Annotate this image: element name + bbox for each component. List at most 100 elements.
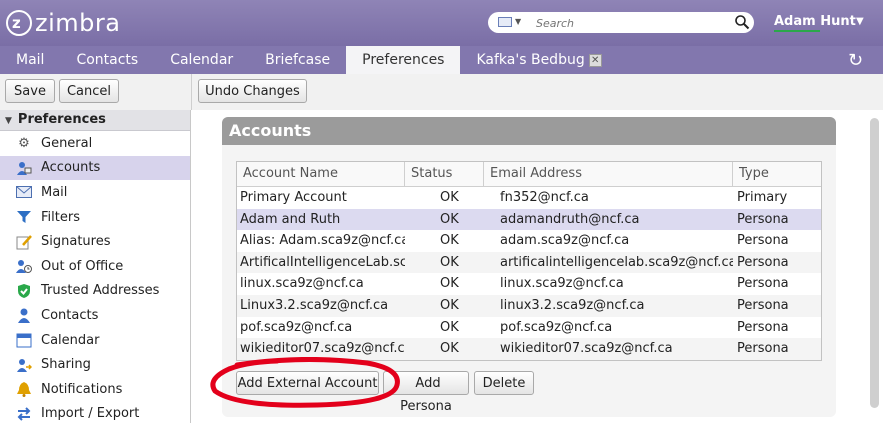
- presence-indicator: [774, 30, 820, 32]
- column-header-email-address[interactable]: Email Address: [484, 162, 733, 186]
- tab-contacts[interactable]: Contacts: [60, 46, 154, 74]
- email-cell: adamandruth@ncf.ca: [500, 211, 640, 227]
- status-cell: OK: [440, 233, 459, 249]
- tab-briefcase[interactable]: Briefcase: [249, 46, 346, 74]
- sidebar-item-calendar[interactable]: Calendar: [0, 328, 190, 353]
- sidebar-item-accounts[interactable]: Accounts: [0, 155, 190, 181]
- table-body: Primary Account OK fn352@ncf.ca Primary Adam…: [237, 187, 821, 360]
- sidebar-item-contacts[interactable]: Contacts: [0, 303, 190, 328]
- user-menu[interactable]: Adam Hunt: [774, 14, 856, 29]
- type-cell: Persona: [737, 341, 789, 357]
- cancel-button[interactable]: Cancel: [59, 79, 119, 103]
- status-cell: OK: [440, 190, 459, 205]
- type-cell: Persona: [737, 233, 789, 249]
- account-name-cell: Alias: Adam.sca9z@ncf.ca: [240, 233, 405, 249]
- search-box[interactable]: ▼: [488, 12, 754, 33]
- out-of-office-icon: [16, 258, 32, 274]
- email-cell: pof.sca9z@ncf.ca: [500, 319, 613, 335]
- status-cell: OK: [440, 211, 459, 227]
- account-name-cell: Adam and Ruth: [240, 211, 341, 227]
- envelope-icon: [16, 184, 32, 200]
- sharing-icon: [16, 357, 32, 373]
- accounts-title: Accounts: [222, 117, 836, 145]
- table-row[interactable]: pof.sca9z@ncf.ca OK pof.sca9z@ncf.ca Person…: [237, 317, 821, 339]
- account-name-cell: linux.sca9z@ncf.ca: [240, 276, 364, 292]
- table-row[interactable]: Primary Account OK fn352@ncf.ca Primary: [237, 187, 821, 209]
- preferences-tree-header[interactable]: ▼ Preferences: [0, 110, 190, 131]
- sidebar-item-general[interactable]: ⚙ General: [0, 131, 190, 156]
- search-type-caret-icon[interactable]: ▼: [515, 17, 521, 26]
- gear-icon: ⚙: [18, 135, 30, 151]
- status-cell: OK: [440, 341, 459, 357]
- annotation-circle: [210, 357, 400, 408]
- sidebar-item-filters[interactable]: Filters: [0, 205, 190, 230]
- table-row[interactable]: Adam and Ruth OK adamandruth@ncf.ca Persona: [237, 208, 821, 231]
- zimbra-logo[interactable]: z zimbra: [6, 8, 120, 38]
- contact-icon: [16, 307, 32, 324]
- toolbar: Save Cancel Undo Changes: [0, 74, 883, 111]
- table-row[interactable]: Alias: Adam.sca9z@ncf.ca OK adam.sca9z@ncf…: [237, 230, 821, 252]
- undo-changes-button[interactable]: Undo Changes: [198, 79, 307, 103]
- bell-icon: [16, 381, 32, 398]
- app-header: z zimbra ▼ Adam Hunt ▼: [0, 0, 883, 46]
- zimbra-logo-icon: z: [6, 10, 32, 36]
- email-cell: linux.sca9z@ncf.ca: [500, 276, 624, 292]
- type-cell: Persona: [737, 297, 789, 313]
- save-button[interactable]: Save: [5, 79, 55, 103]
- sidebar-item-notifications[interactable]: Notifications: [0, 377, 190, 402]
- sidebar-item-trusted-addresses[interactable]: Trusted Addresses: [0, 279, 190, 304]
- sidebar-item-sharing[interactable]: Sharing: [0, 352, 190, 377]
- status-cell: OK: [440, 276, 459, 292]
- tab-mail[interactable]: Mail: [0, 46, 60, 74]
- tab-calendar[interactable]: Calendar: [154, 46, 249, 74]
- email-cell: adam.sca9z@ncf.ca: [500, 233, 630, 249]
- app-tabs: Mail Contacts Calendar Briefcase Prefere…: [0, 46, 883, 74]
- import-export-icon: [16, 406, 32, 422]
- table-row[interactable]: linux.sca9z@ncf.ca OK linux.sca9z@ncf.ca Pe…: [237, 273, 821, 295]
- delete-button[interactable]: Delete: [474, 371, 534, 395]
- tab-kafkas-bedbug[interactable]: Kafka's Bedbug ✕: [460, 46, 617, 74]
- calendar-icon: [16, 332, 32, 348]
- status-cell: OK: [440, 319, 459, 335]
- toolbar-divider: [191, 74, 192, 110]
- content-scrollbar[interactable]: [866, 110, 883, 423]
- sidebar-item-import-export[interactable]: Import / Export: [0, 402, 190, 426]
- refresh-icon[interactable]: ↻: [848, 50, 863, 71]
- shield-icon: [16, 283, 32, 299]
- table-header: Account Name Status Email Address Type: [237, 162, 821, 187]
- column-header-type[interactable]: Type: [733, 162, 819, 186]
- account-name-cell: ArtificalIntelligenceLab.sca9: [240, 254, 405, 270]
- email-cell: artificalintelligencelab.sca9z@ncf.ca: [500, 254, 733, 270]
- search-icon[interactable]: [734, 14, 750, 30]
- type-cell: Primary: [737, 190, 788, 205]
- column-header-status[interactable]: Status: [405, 162, 484, 186]
- sidebar-item-out-of-office[interactable]: Out of Office: [0, 254, 190, 279]
- filter-icon: [16, 209, 32, 225]
- table-row[interactable]: ArtificalIntelligenceLab.sca9 OK artifical…: [237, 251, 821, 274]
- sidebar-item-signatures[interactable]: Signatures: [0, 229, 190, 254]
- account-name-cell: pof.sca9z@ncf.ca: [240, 319, 353, 335]
- sidebar-item-mail[interactable]: Mail: [0, 180, 190, 205]
- email-cell: fn352@ncf.ca: [500, 190, 589, 205]
- search-input[interactable]: [534, 14, 718, 32]
- email-cell: wikieditor07.sca9z@ncf.ca: [500, 341, 673, 357]
- user-menu-chevron-down-icon[interactable]: ▼: [856, 16, 864, 27]
- email-cell: linux3.2.sca9z@ncf.ca: [500, 297, 645, 313]
- scrollbar-thumb[interactable]: [870, 118, 879, 408]
- status-cell: OK: [440, 254, 459, 270]
- collapse-triangle-icon[interactable]: ▼: [5, 116, 12, 126]
- type-cell: Persona: [737, 211, 789, 227]
- status-cell: OK: [440, 297, 459, 313]
- column-header-account-name[interactable]: Account Name: [237, 162, 405, 186]
- mail-search-type-icon[interactable]: [498, 17, 512, 27]
- type-cell: Persona: [737, 319, 789, 335]
- accounts-table: Account Name Status Email Address Type P…: [236, 161, 822, 361]
- tab-preferences[interactable]: Preferences: [346, 46, 461, 74]
- type-cell: Persona: [737, 254, 789, 270]
- table-row[interactable]: Linux3.2.sca9z@ncf.ca OK linux3.2.sca9z@nc…: [237, 294, 821, 317]
- accounts-icon: [16, 160, 32, 176]
- account-name-cell: Primary Account: [240, 190, 347, 205]
- signature-icon: [16, 234, 32, 250]
- preferences-sidebar: ▼ Preferences ⚙ General Accounts Mail Filt…: [0, 110, 191, 423]
- close-tab-icon[interactable]: ✕: [588, 54, 602, 67]
